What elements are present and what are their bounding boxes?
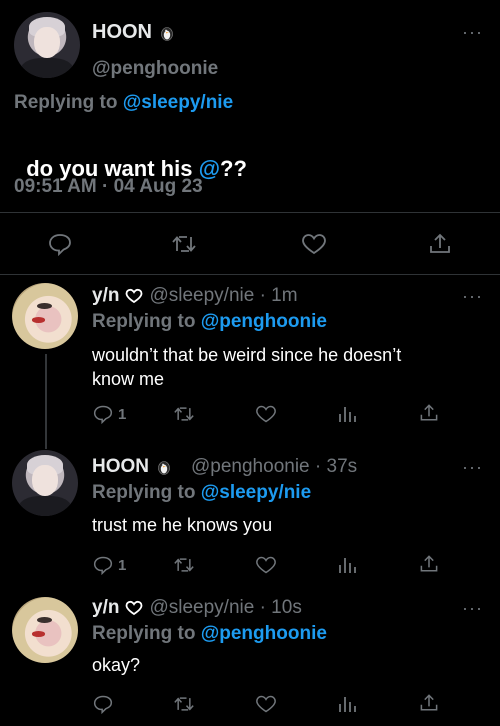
reply1-header: y/n @sleepy/nie · 1m xyxy=(92,285,298,307)
replying-label: Replying to xyxy=(92,311,201,332)
share-icon[interactable] xyxy=(427,231,453,257)
more-dots-icon-reply1[interactable]: ··· xyxy=(462,286,483,307)
share-icon[interactable] xyxy=(418,402,440,424)
replying-handle-link[interactable]: @sleepy/nie xyxy=(123,92,233,113)
heart-icon[interactable] xyxy=(300,232,328,256)
more-dots-icon-reply2[interactable]: ··· xyxy=(462,457,483,478)
reply-bubble-icon[interactable]: 1 xyxy=(92,404,126,424)
reply3-replying-to: Replying to @penghoonie xyxy=(92,623,327,645)
avatar-hoon-main[interactable] xyxy=(14,12,80,78)
retweet-icon[interactable] xyxy=(172,555,196,575)
white-heart-emoji-icon xyxy=(125,288,143,304)
penguin-emoji-icon xyxy=(158,25,176,41)
reply-bubble-icon[interactable] xyxy=(47,232,73,256)
main-author-name[interactable]: HOON xyxy=(92,21,152,44)
heart-icon[interactable] xyxy=(254,404,278,424)
retweet-icon[interactable] xyxy=(172,694,196,714)
replying-handle-link[interactable]: @penghoonie xyxy=(201,311,327,332)
reply3-author-name[interactable]: y/n xyxy=(92,597,119,619)
share-icon[interactable] xyxy=(418,692,440,714)
reply-bubble-icon[interactable] xyxy=(92,694,114,714)
heart-icon[interactable] xyxy=(254,694,278,714)
reply1-text-line1: wouldn’t that be weird since he doesn’t xyxy=(92,345,402,365)
reply1-author-name[interactable]: y/n xyxy=(92,285,119,307)
retweet-icon[interactable] xyxy=(170,232,198,256)
replying-label: Replying to xyxy=(14,92,123,113)
views-chart-icon[interactable] xyxy=(337,694,357,714)
main-author-handle[interactable]: @penghoonie xyxy=(92,58,218,80)
heart-icon[interactable] xyxy=(254,555,278,575)
reply2-author-name[interactable]: HOON xyxy=(92,456,149,478)
thread-line xyxy=(45,354,47,449)
replying-label: Replying to xyxy=(92,482,201,503)
reply2-header: HOON @penghoonie · 37s xyxy=(92,456,357,478)
divider-top xyxy=(0,212,500,213)
main-author-row: HOON xyxy=(92,21,176,44)
more-dots-icon-reply3[interactable]: ··· xyxy=(462,598,483,619)
reply-count: 1 xyxy=(118,405,127,423)
reply2-text: trust me he knows you xyxy=(92,515,273,535)
replying-handle-link[interactable]: @penghoonie xyxy=(201,623,327,644)
replying-handle-link[interactable]: @sleepy/nie xyxy=(201,482,311,503)
main-timestamp[interactable]: 09:51 AM · 04 Aug 23 xyxy=(14,176,203,198)
reply2-handle-time[interactable]: @penghoonie · 37s xyxy=(191,456,357,478)
divider-main-bottom xyxy=(0,274,500,275)
reply1-text: wouldn’t that be weird since he doesn’t … xyxy=(92,343,401,391)
avatar-yn-3[interactable] xyxy=(12,597,78,663)
share-icon[interactable] xyxy=(418,553,440,575)
reply3-text: okay? xyxy=(92,655,141,675)
reply3-header: y/n @sleepy/nie · 10s xyxy=(92,597,302,619)
reply-bubble-icon[interactable]: 1 xyxy=(92,555,126,575)
avatar-yn-1[interactable] xyxy=(12,283,78,349)
main-replying-to: Replying to @sleepy/nie xyxy=(14,92,233,114)
retweet-icon[interactable] xyxy=(172,404,196,424)
main-tweet-text: do you want his @?? xyxy=(14,130,247,182)
reply1-text-line2: know me xyxy=(92,369,165,389)
reply1-replying-to: Replying to @penghoonie xyxy=(92,311,327,333)
views-chart-icon[interactable] xyxy=(337,555,357,575)
reply1-handle-time[interactable]: @sleepy/nie · 1m xyxy=(149,285,297,307)
reply3-handle-time[interactable]: @sleepy/nie · 10s xyxy=(149,597,301,619)
replying-label: Replying to xyxy=(92,623,201,644)
white-heart-emoji-icon xyxy=(125,600,143,616)
avatar-hoon-2[interactable] xyxy=(12,450,78,516)
more-dots-icon[interactable]: ··· xyxy=(462,22,483,43)
penguin-emoji-icon xyxy=(155,459,173,475)
reply-count: 1 xyxy=(118,556,127,574)
main-text-after: ?? xyxy=(220,156,247,181)
views-chart-icon[interactable] xyxy=(337,404,357,424)
reply2-replying-to: Replying to @sleepy/nie xyxy=(92,482,311,504)
